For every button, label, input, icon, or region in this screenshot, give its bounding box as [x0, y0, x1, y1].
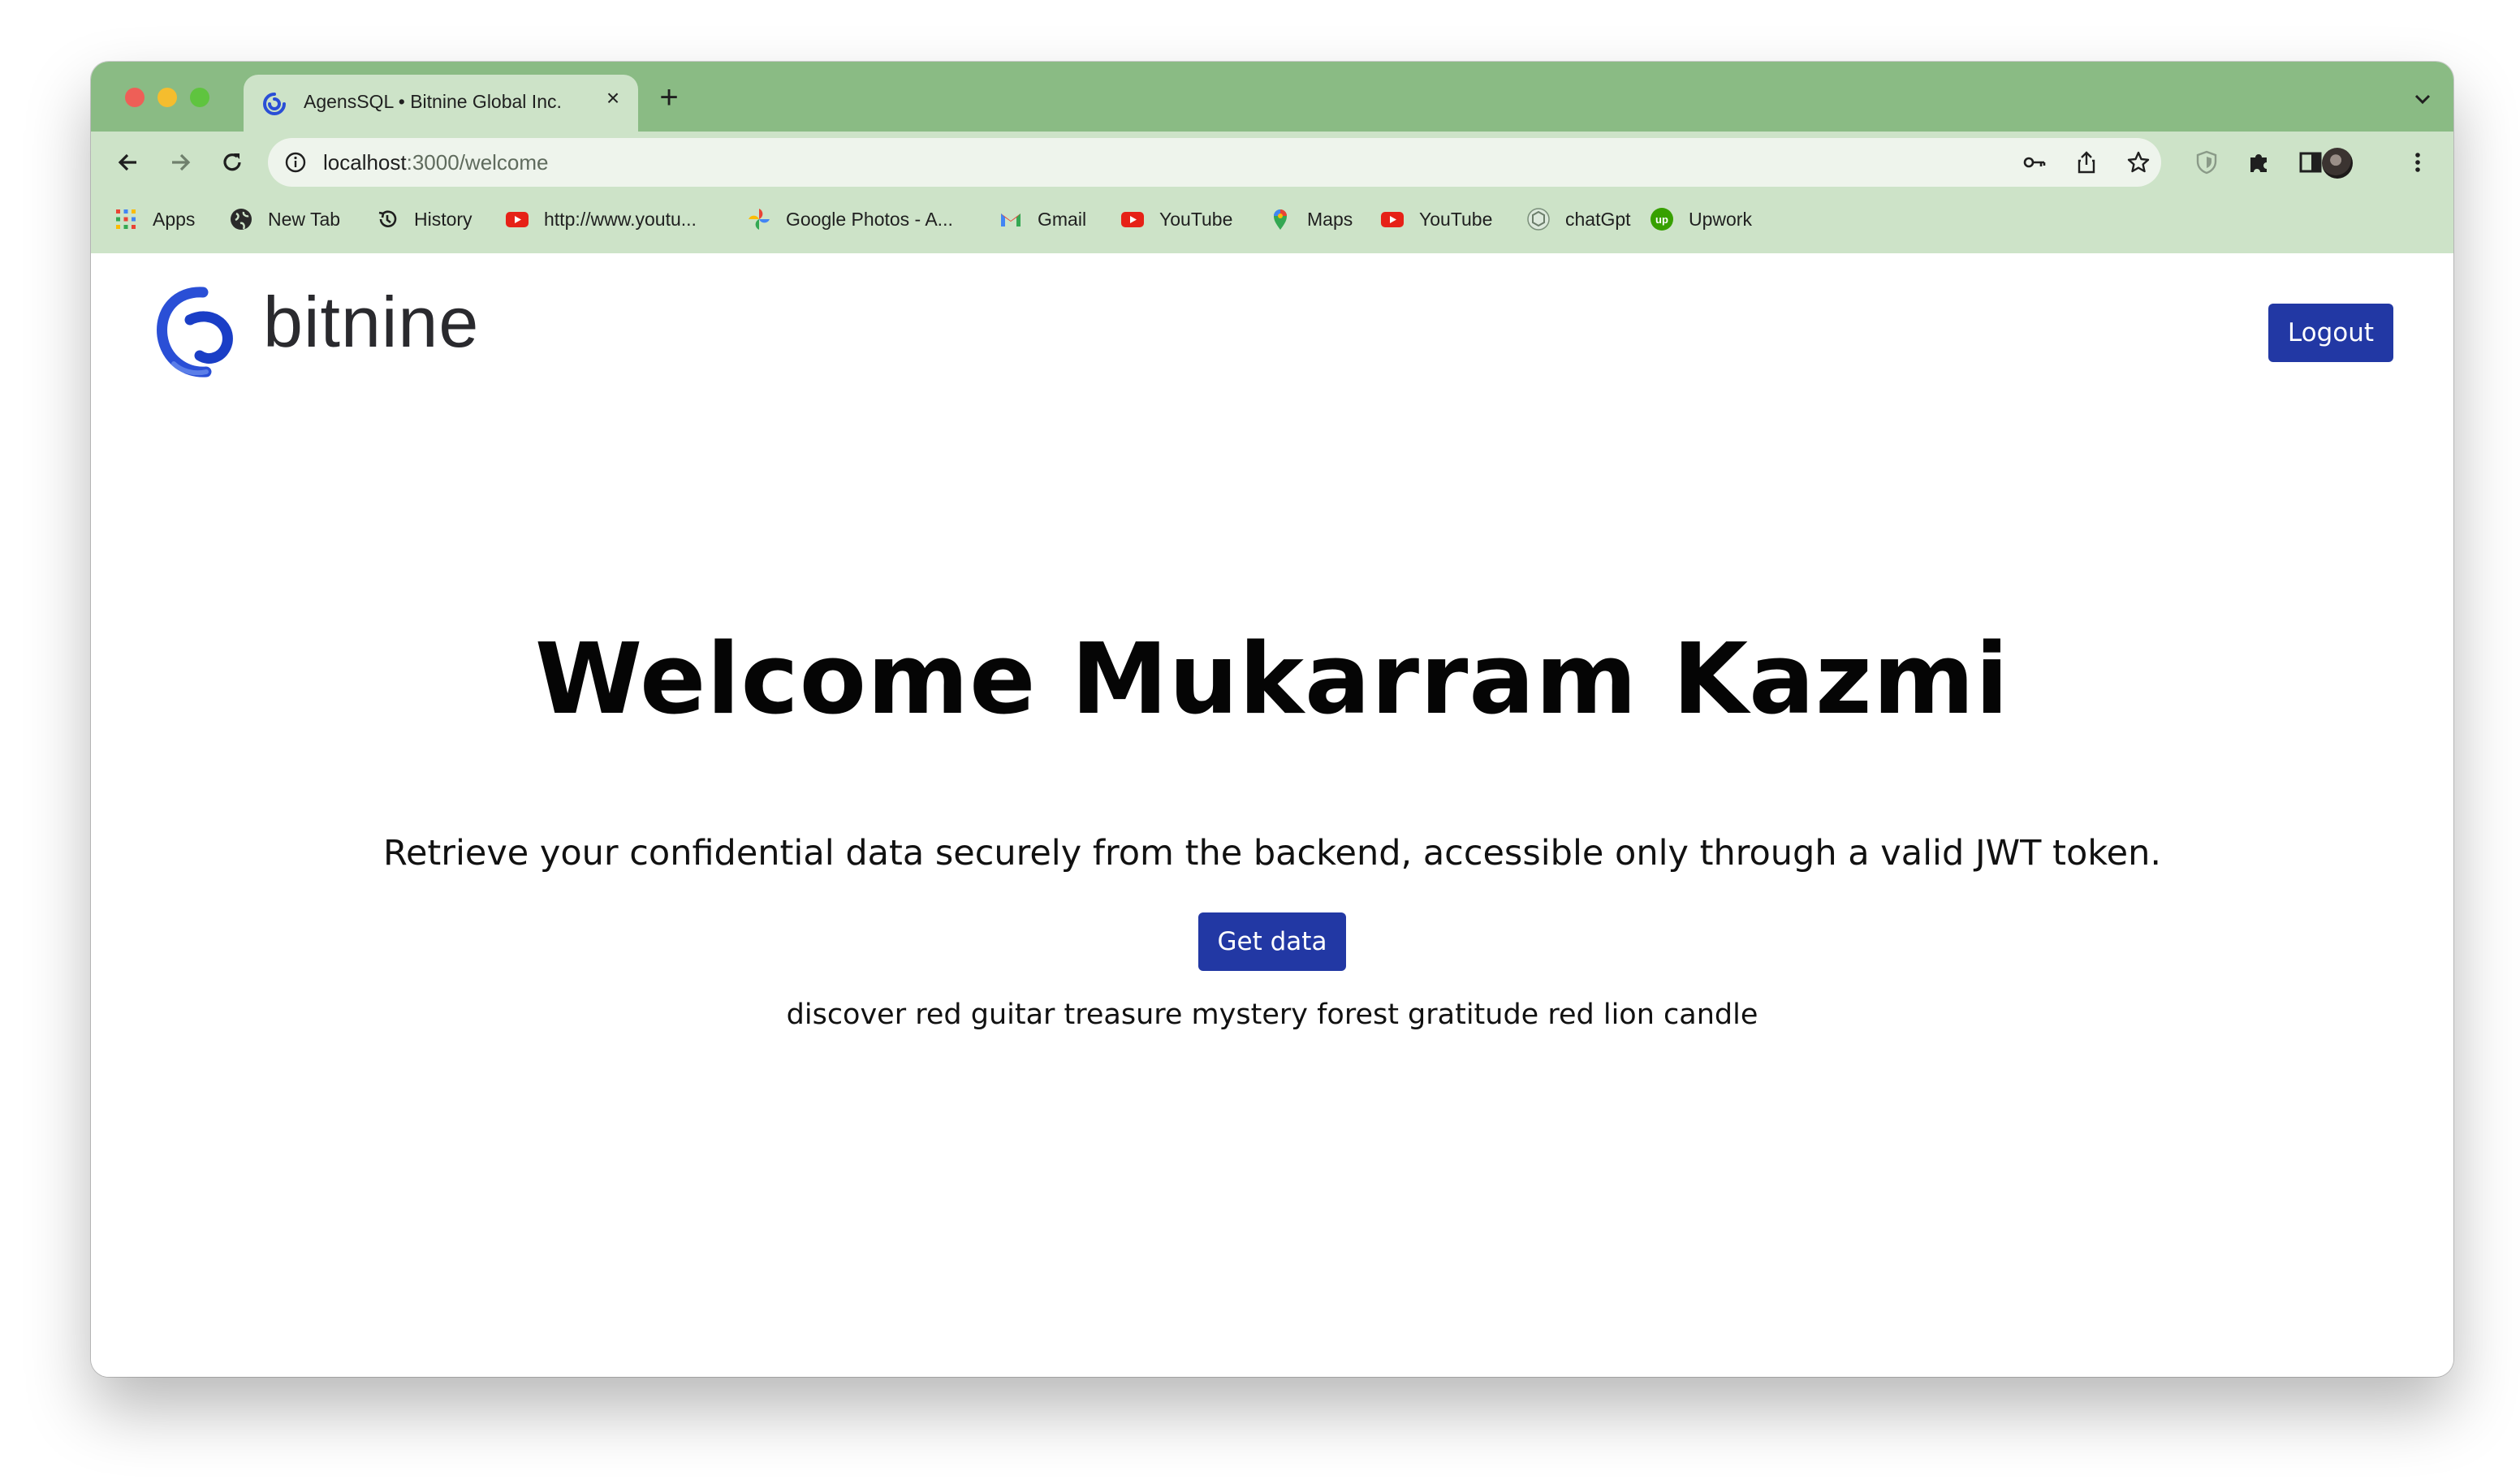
bookmarks-bar: Apps New Tab History http://www.youtu...	[91, 193, 2453, 255]
bookmark-upwork[interactable]: up Upwork	[1650, 206, 1752, 232]
bookmark-label: New Tab	[268, 208, 341, 230]
extensions-puzzle-icon[interactable]	[2246, 149, 2272, 175]
browser-window: AgensSQL • Bitnine Global Inc. × + local…	[91, 62, 2453, 1377]
new-tab-button[interactable]: +	[653, 81, 685, 115]
browser-tab-active[interactable]: AgensSQL • Bitnine Global Inc. ×	[244, 75, 638, 132]
window-close-button[interactable]	[125, 88, 145, 107]
browser-toolbar: localhost:3000/welcome	[91, 132, 2453, 193]
bookmark-label: Maps	[1307, 208, 1353, 230]
side-panel-icon[interactable]	[2298, 149, 2324, 175]
window-maximize-button[interactable]	[190, 88, 209, 107]
bookmark-youtube-2[interactable]: YouTube	[1380, 206, 1492, 232]
bookmark-google-photos[interactable]: Google Photos - A...	[747, 206, 953, 232]
tab-search-chevron-icon[interactable]	[2411, 89, 2434, 109]
apps-grid-icon	[116, 209, 136, 229]
bookmark-label: Upwork	[1689, 208, 1752, 230]
bookmark-label: http://www.youtu...	[544, 208, 697, 230]
url-path: :3000/welcome	[406, 150, 549, 175]
upwork-icon: up	[1651, 208, 1673, 231]
password-key-icon[interactable]	[2022, 149, 2048, 175]
bookmark-label: History	[414, 208, 472, 230]
bitnine-logo-text: bitnine	[263, 282, 480, 362]
browser-menu-kebab-icon[interactable]	[2405, 149, 2431, 175]
bitnine-logo-icon[interactable]	[153, 286, 237, 380]
share-icon[interactable]	[2073, 149, 2099, 175]
privacy-shield-icon[interactable]	[2194, 149, 2220, 175]
bookmark-star-icon[interactable]	[2125, 149, 2151, 175]
page-content: bitnine Logout Welcome Mukarram Kazmi Re…	[91, 253, 2453, 1377]
svg-text:up: up	[1655, 214, 1668, 226]
globe-icon	[231, 209, 252, 230]
youtube-icon	[506, 212, 529, 227]
history-icon	[378, 210, 397, 227]
get-data-button[interactable]: Get data	[1198, 912, 1346, 971]
bookmark-youtube-url[interactable]: http://www.youtu...	[505, 206, 697, 232]
gmail-icon	[1001, 214, 1021, 226]
forward-arrow-icon	[172, 153, 191, 171]
retrieved-data-text: discover red guitar treasure mystery for…	[786, 999, 1758, 1031]
bookmark-chatgpt[interactable]: chatGpt	[1526, 206, 1631, 232]
bookmark-history[interactable]: History	[375, 206, 472, 232]
reload-icon	[223, 153, 241, 171]
bookmark-label: Apps	[153, 208, 196, 230]
url-host: localhost	[323, 150, 407, 175]
tab-close-icon[interactable]: ×	[601, 86, 625, 110]
bookmark-gmail[interactable]: Gmail	[999, 206, 1086, 232]
bookmark-apps[interactable]: Apps	[114, 206, 195, 232]
bookmark-maps[interactable]: Maps	[1268, 206, 1353, 232]
tab-strip: AgensSQL • Bitnine Global Inc. × +	[91, 62, 2453, 132]
address-bar[interactable]: localhost:3000/welcome	[268, 138, 2161, 187]
logout-button[interactable]: Logout	[2268, 304, 2393, 362]
forward-button[interactable]	[164, 146, 196, 179]
maps-pin-icon	[1274, 209, 1287, 230]
profile-avatar[interactable]	[2322, 148, 2353, 179]
window-minimize-button[interactable]	[158, 88, 177, 107]
bookmark-youtube[interactable]: YouTube	[1120, 206, 1232, 232]
youtube-icon	[1121, 212, 1144, 227]
reload-button[interactable]	[216, 146, 248, 179]
bookmark-label: YouTube	[1419, 208, 1493, 230]
bookmark-label: Google Photos - A...	[786, 208, 953, 230]
tab-title: AgensSQL • Bitnine Global Inc.	[304, 91, 562, 112]
bookmark-label: chatGpt	[1565, 208, 1631, 230]
back-arrow-icon	[118, 153, 136, 171]
welcome-heading: Welcome Mukarram Kazmi	[534, 623, 2010, 736]
welcome-description: Retrieve your confidential data securely…	[383, 833, 2161, 874]
google-photos-icon	[749, 209, 770, 230]
bookmark-label: YouTube	[1159, 208, 1233, 230]
bitnine-favicon-icon	[263, 93, 286, 115]
youtube-icon	[1381, 212, 1404, 227]
url-text: localhost:3000/welcome	[323, 150, 549, 175]
chatgpt-icon	[1527, 208, 1550, 231]
site-info-icon[interactable]	[284, 151, 307, 174]
bookmark-label: Gmail	[1038, 208, 1087, 230]
back-button[interactable]	[112, 146, 145, 179]
bookmark-new-tab[interactable]: New Tab	[229, 206, 340, 232]
